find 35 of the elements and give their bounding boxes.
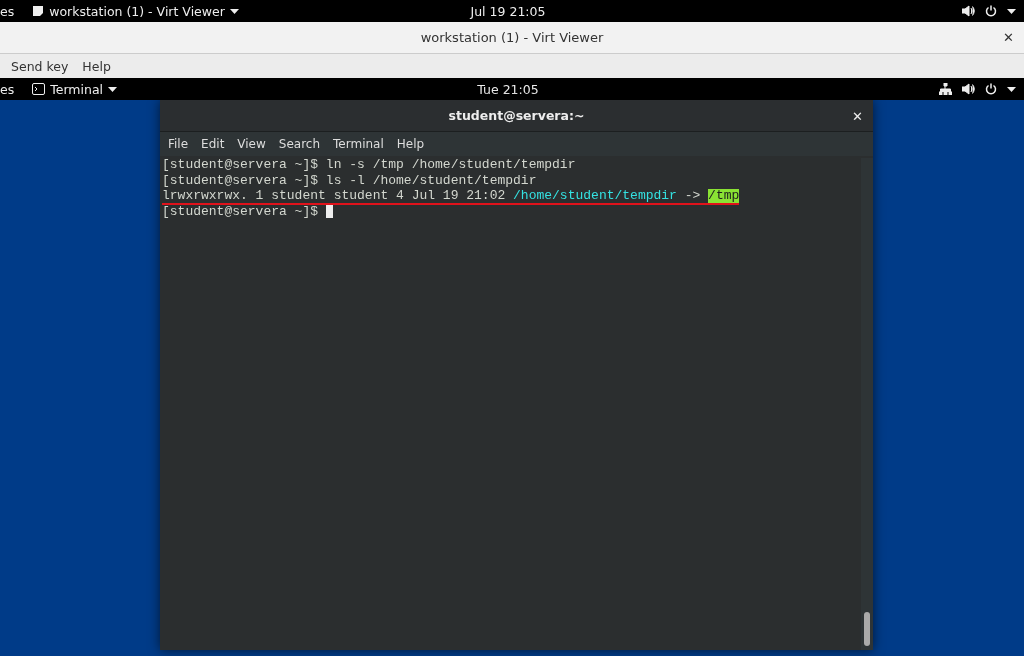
caret-icon [108,86,118,92]
terminal-line: lrwxrwxrwx. 1 student student 4 Jul 19 21:02 /home/student/tempdir -> /tmp [162,189,740,205]
terminal-line: [student@servera ~]$ ls -l /home/student/tempdir [162,173,537,189]
terminal-line: [student@servera ~]$ [162,204,333,220]
volume-icon[interactable] [962,5,975,17]
window-title: student@servera:~ [448,108,585,123]
caret-icon [229,8,239,14]
activities-button[interactable]: es [0,3,15,19]
power-icon[interactable] [985,5,997,17]
power-icon[interactable] [985,83,997,95]
window-title: workstation (1) - Virt Viewer [420,30,604,45]
app-menu[interactable]: Terminal [32,81,118,97]
terminal-line: [student@servera ~]$ ln -s /tmp /home/student/tempdir [162,158,576,174]
close-button[interactable]: ✕ [852,109,863,124]
activities-button[interactable]: es [0,81,15,97]
menu-item[interactable]: Send key [11,58,69,74]
menu-item[interactable]: Terminal [333,137,384,151]
volume-icon[interactable] [962,83,975,95]
text-cursor [325,204,333,218]
app-menu[interactable]: workstation (1) - Virt Viewer [32,3,239,19]
menu-item[interactable]: View [237,137,266,151]
scrollbar[interactable] [861,158,873,650]
clock[interactable]: Jul 19 21:05 [470,3,546,19]
menu-item[interactable]: File [168,137,189,151]
close-button[interactable]: ✕ [1003,30,1014,45]
window-icon [32,5,45,17]
terminal-icon [32,83,46,95]
caret-icon [1007,86,1016,92]
network-icon[interactable] [939,83,952,95]
clock[interactable]: Tue 21:05 [477,81,539,97]
menu-item[interactable]: Help [396,137,425,151]
menu-item[interactable]: Help [82,58,111,74]
menu-item[interactable]: Search [278,137,321,151]
menu-item[interactable]: Edit [201,137,225,151]
caret-icon [1007,8,1016,14]
